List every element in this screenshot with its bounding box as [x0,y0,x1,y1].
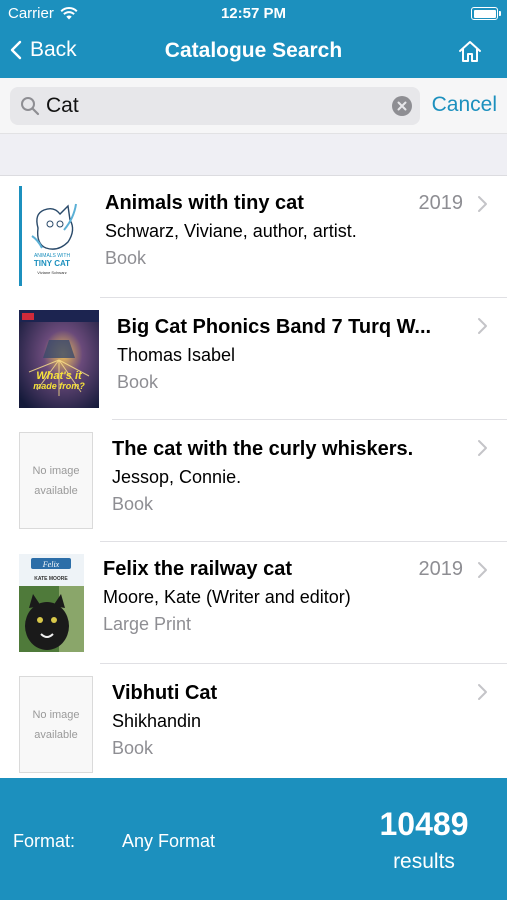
status-time: 12:57 PM [220,5,287,22]
close-icon [397,101,407,111]
result-author: Thomas Isabel [117,345,236,365]
cover-title-line1: Felix [42,560,60,569]
result-title: The cat with the curly whiskers. [112,438,414,460]
cancel-button[interactable]: Cancel [432,93,497,117]
cover-author: KATE MOORE [34,576,68,582]
no-image-line1: No image [32,464,80,477]
result-title: Big Cat Phonics Band 7 Turq W... [117,316,432,338]
animals-with-tiny-cat-cover: ANIMALS WITH TINY CAT Viviane Schwarz [24,200,80,278]
result-author: Shikhandin [112,711,202,731]
chevron-right-icon [478,684,487,700]
list-header-spacer [0,134,507,176]
search-field [10,87,420,125]
no-image-placeholder: No image available [19,676,93,773]
list-item[interactable]: No image available Vibhuti Cat Shikhandi… [0,664,507,778]
no-image-line2: available [34,484,78,497]
list-item[interactable]: ANIMALS WITH TINY CAT Viviane Schwarz An… [0,176,507,298]
format-label: Format: [13,831,76,851]
result-format: Large Print [103,614,192,634]
list-item[interactable]: No image available The cat with the curl… [0,420,507,542]
result-author: Moore, Kate (Writer and editor) [103,587,351,607]
result-format: Book [117,372,159,392]
list-item-text: Vibhuti Cat Shikhandin Book [112,682,467,759]
list-item-text: The cat with the curly whiskers. Jessop,… [112,438,467,515]
result-title: Animals with tiny cat [105,192,304,214]
home-icon[interactable] [457,39,483,65]
selected-indicator [19,186,22,286]
result-format: Book [105,248,147,268]
results-count: 10489 [379,806,469,842]
chevron-right-icon [478,318,487,334]
result-year: 2019 [418,192,464,214]
search-icon [21,97,40,116]
list-item[interactable]: What's it made from? Big Cat Phonics Ban… [0,298,507,420]
status-bar: Carrier 12:57 PM [0,0,507,28]
result-title: Felix the railway cat [103,558,292,580]
result-format: Book [112,494,154,514]
whats-it-made-from-cover: What's it made from? [19,310,99,408]
results-label: results [393,850,455,873]
battery-icon [471,7,501,20]
result-year: 2019 [418,558,464,580]
result-format: Book [112,738,154,758]
list-item-text: Felix the railway cat Moore, Kate (Write… [103,558,467,635]
result-title: Vibhuti Cat [112,682,218,704]
cover-title-line2: TINY CAT [34,259,70,268]
no-image-line2: available [34,728,78,741]
cover-author: Viviane Schwarz [37,270,67,275]
no-image-line1: No image [32,708,80,721]
chevron-right-icon [478,562,487,578]
list-item-text: Big Cat Phonics Band 7 Turq W... Thomas … [117,316,467,393]
search-input[interactable] [46,94,376,118]
nav-bar: Back Catalogue Search [0,28,507,78]
felix-cover: Felix KATE MOORE [19,554,84,652]
clear-search-button[interactable] [392,96,412,116]
chevron-right-icon [478,440,487,456]
results-list[interactable]: ANIMALS WITH TINY CAT Viviane Schwarz An… [0,176,507,778]
no-image-placeholder: No image available [19,432,93,529]
search-bar: Cancel [0,78,507,134]
chevron-right-icon [478,196,487,212]
page-title: Catalogue Search [164,39,343,62]
cover-title-line2: made from? [33,381,85,391]
top-bar: Carrier 12:57 PM Back Catalogue Search [0,0,507,78]
list-item-text: Animals with tiny cat Schwarz, Viviane, … [105,192,467,269]
list-item[interactable]: Felix KATE MOORE Felix the railway cat M… [0,542,507,664]
format-filter-button[interactable]: Any Format [122,831,215,852]
results-footer: Format: Any Format 10489 results [0,778,507,900]
result-author: Schwarz, Viviane, author, artist. [105,221,357,241]
result-author: Jessop, Connie. [112,467,242,487]
